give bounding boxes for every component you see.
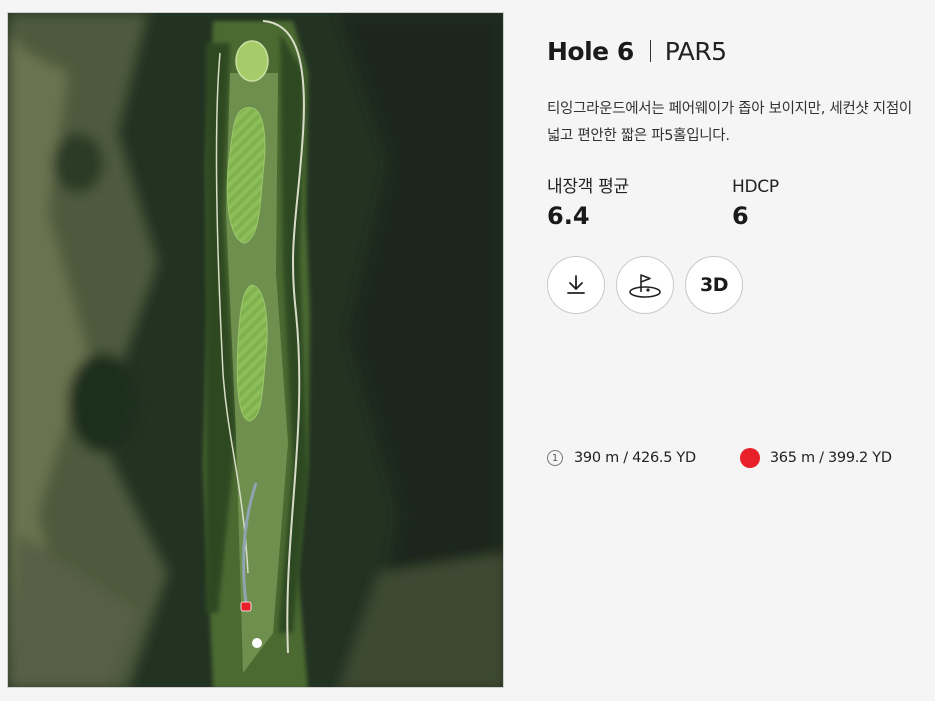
average-score-stat: 내장객 평균 6.4 <box>547 176 732 232</box>
red-tee-dot-icon <box>739 448 760 468</box>
download-icon <box>567 275 585 294</box>
red-tee-marker <box>240 601 252 612</box>
view-3d-button[interactable]: 3D <box>685 256 743 314</box>
hole-stats: 내장객 평균 6.4 HDCP 6 <box>547 176 927 232</box>
tee-distances: 1 390 m / 426.5 YD 365 m / 399.2 YD <box>547 448 892 468</box>
download-button[interactable] <box>547 256 605 314</box>
distance-item-red-tee: 365 m / 399.2 YD <box>739 448 892 468</box>
par-label: PAR5 <box>664 36 727 66</box>
action-buttons: 3D <box>547 256 927 314</box>
tee-number-badge: 1 <box>547 450 563 466</box>
hdcp-stat: HDCP 6 <box>732 176 917 232</box>
green-view-button[interactable] <box>616 256 674 314</box>
hdcp-label: HDCP <box>732 177 779 197</box>
hole-header: Hole 6 PAR5 <box>547 32 927 70</box>
distance-text: 365 m / 399.2 YD <box>769 450 892 466</box>
hole-info-panel: Hole 6 PAR5 티잉그라운드에서는 페어웨이가 좁아 보이지만, 세컨샷… <box>547 32 927 314</box>
aerial-image <box>8 13 503 687</box>
hdcp-value: 6 <box>732 202 749 230</box>
average-score-label: 내장객 평균 <box>547 177 629 197</box>
distance-item-white-tee: 1 390 m / 426.5 YD <box>547 450 696 466</box>
flag-green-icon <box>629 274 661 298</box>
title-divider <box>649 40 651 62</box>
hole-description: 티잉그라운드에서는 페어웨이가 좁아 보이지만, 세컨샷 지점이 넓고 편안한 … <box>547 101 912 144</box>
average-score-value: 6.4 <box>547 202 590 230</box>
hole-map <box>7 12 504 688</box>
white-tee-marker <box>252 638 262 648</box>
hole-title: Hole 6 <box>547 36 634 66</box>
view-3d-label: 3D <box>700 274 729 296</box>
distance-text: 390 m / 426.5 YD <box>574 450 696 466</box>
